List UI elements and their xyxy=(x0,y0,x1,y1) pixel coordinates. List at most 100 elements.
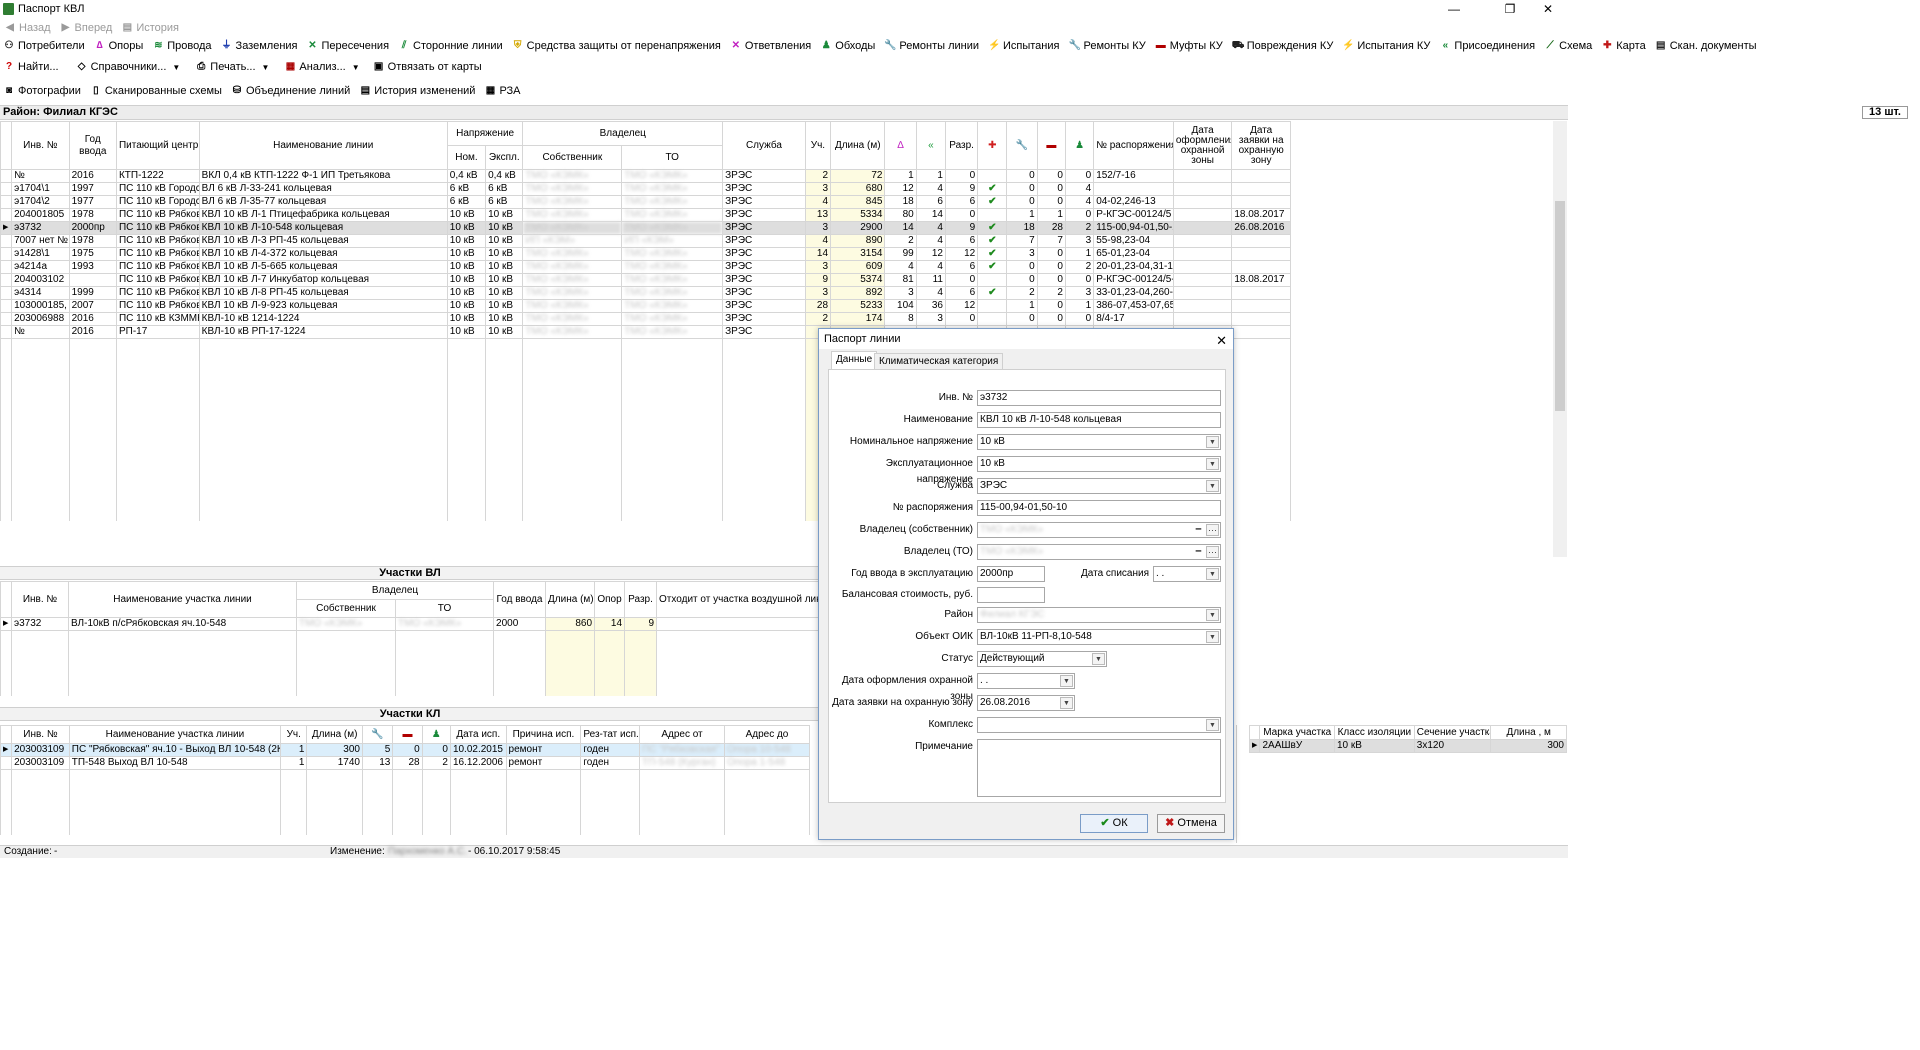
table-cell[interactable] xyxy=(1172,299,1233,313)
name-field[interactable]: КВЛ 10 кВ Л-10-548 кольцевая xyxy=(977,412,1221,428)
col-zone-req[interactable]: Дата заявки на охранную зону xyxy=(1231,121,1291,170)
chevron-down-icon[interactable]: ▼ xyxy=(1206,568,1219,580)
table-cell[interactable] xyxy=(1172,260,1233,274)
table-cell[interactable]: 0 xyxy=(1006,195,1038,209)
table-cell[interactable]: 28 xyxy=(1036,221,1066,235)
table-cell[interactable]: ПС 110 кВ Рябково xyxy=(115,273,200,287)
kl-col-inv[interactable]: Инв. № xyxy=(11,725,70,744)
toolbar-scheme-button[interactable]: ⟋ Схема xyxy=(1544,40,1593,52)
table-cell[interactable]: ТМО «КЭМК» xyxy=(522,312,623,326)
table-cell[interactable]: 2 xyxy=(1006,286,1038,300)
table-cell[interactable]: 7007 нет № xyxy=(11,234,70,248)
table-cell[interactable] xyxy=(977,299,1008,313)
col-uch[interactable]: Уч. xyxy=(804,121,832,170)
table-cell[interactable]: 33-01,23-04,260-1 xyxy=(1093,286,1174,300)
table-cell[interactable]: 10 кВ xyxy=(446,247,487,261)
table-cell[interactable]: ТМО «КЭМК» xyxy=(296,617,396,631)
history-button[interactable]: ▤ История xyxy=(121,22,179,34)
table-cell[interactable]: КТП-1222 xyxy=(115,169,200,183)
table-cell[interactable]: ЗРЭС xyxy=(722,208,806,222)
table-cell[interactable] xyxy=(1172,169,1233,183)
table-cell[interactable]: 0 xyxy=(944,273,979,287)
vl-col-year[interactable]: Год ввода xyxy=(493,581,547,618)
table-cell[interactable]: 36 xyxy=(915,299,946,313)
inv-field[interactable]: э3732 xyxy=(977,390,1221,406)
table-cell[interactable]: 609 xyxy=(830,260,886,274)
table-cell[interactable]: 0 xyxy=(1036,195,1066,209)
table-cell[interactable]: ПС "Рябковская" xyxy=(639,743,725,757)
table-cell[interactable]: 6 xyxy=(944,234,979,248)
chevron-down-icon[interactable]: ▼ xyxy=(1206,436,1219,448)
chevron-down-icon[interactable]: ▼ xyxy=(1206,631,1219,643)
find-button[interactable]: ? Найти... xyxy=(3,61,59,73)
table-cell[interactable]: 12 xyxy=(884,182,917,196)
table-cell[interactable]: 1 xyxy=(915,169,946,183)
table-cell[interactable] xyxy=(1231,234,1291,248)
table-cell[interactable]: 26.08.2016 xyxy=(1231,221,1291,235)
table-cell[interactable]: 10 кВ xyxy=(446,312,487,326)
owner-field[interactable]: ТМО «КЭМК» ━ ⋯ xyxy=(977,522,1221,538)
table-cell[interactable]: 890 xyxy=(830,234,886,248)
vl-col-to[interactable]: ТО xyxy=(394,599,495,618)
ellipsis-icon[interactable]: ⋯ xyxy=(1206,524,1219,536)
table-cell[interactable]: 3х120 xyxy=(1413,739,1492,753)
table-cell[interactable]: ТМО «КЭМК» xyxy=(621,260,724,274)
table-cell[interactable]: 2 xyxy=(1064,221,1095,235)
table-cell[interactable]: 9 xyxy=(944,221,979,235)
table-cell[interactable]: ТМО «КЭМК» xyxy=(522,260,623,274)
table-cell[interactable]: ✔ xyxy=(977,260,1008,274)
table-cell[interactable]: 10 кВ xyxy=(446,286,487,300)
table-cell[interactable]: 0 xyxy=(1064,273,1095,287)
table-cell[interactable]: 0 xyxy=(392,743,423,757)
table-cell[interactable]: 1978 xyxy=(68,208,117,222)
table-cell[interactable]: э1428\1 xyxy=(11,247,70,261)
row-indicator[interactable]: ▶ xyxy=(0,743,13,757)
tab-climate[interactable]: Климатическая категория xyxy=(874,353,1004,369)
table-cell[interactable]: ТП-548 (Курган) xyxy=(639,756,725,770)
toolbar-pole-button[interactable]: ∆ Опоры xyxy=(94,40,144,52)
row-indicator[interactable] xyxy=(0,195,13,209)
table-cell[interactable]: 204003102 xyxy=(11,273,70,287)
row-indicator[interactable] xyxy=(0,299,13,313)
table-cell[interactable]: 6 xyxy=(944,286,979,300)
table-cell[interactable]: 18.08.2017 xyxy=(1231,208,1291,222)
table-cell[interactable]: 5 xyxy=(361,743,394,757)
kl-col-from[interactable]: Адрес от xyxy=(639,725,725,744)
row-indicator[interactable] xyxy=(0,247,13,261)
table-cell[interactable]: ЗРЭС xyxy=(722,312,806,326)
table-cell[interactable]: 0 xyxy=(944,169,979,183)
row-indicator[interactable] xyxy=(0,208,13,222)
table-cell[interactable]: 6 xyxy=(915,195,946,209)
table-cell[interactable]: э3732 xyxy=(11,221,70,235)
table-cell[interactable]: 0 xyxy=(421,743,451,757)
table-cell[interactable]: № xyxy=(11,325,70,339)
print-button[interactable]: ⎙ Печать... ▼ xyxy=(195,61,269,73)
row-indicator[interactable] xyxy=(0,260,13,274)
table-cell[interactable]: ТМО «КЭМК» xyxy=(522,221,623,235)
table-cell[interactable]: 6 кВ xyxy=(485,195,524,209)
table-cell[interactable]: КВЛ 10 кВ Л-4-372 кольцевая xyxy=(198,247,448,261)
repair-icon[interactable]: 🔧 xyxy=(1006,121,1038,170)
table-cell[interactable]: э1704\1 xyxy=(11,182,70,196)
table-cell[interactable]: 9 xyxy=(804,273,832,287)
table-cell[interactable]: 55-98,23-04 xyxy=(1093,234,1174,248)
crossing-icon[interactable]: ✚ xyxy=(977,121,1008,170)
table-row[interactable]: ▶ э3732 2000пр ПС 110 кВ Рябково КВЛ 10 кВ Л… xyxy=(0,221,1291,235)
table-cell[interactable]: Р-КГЭС-00124/5-15 xyxy=(1093,273,1174,287)
kl-col-name[interactable]: Наименование участка линии xyxy=(68,725,282,744)
table-cell[interactable]: ЗРЭС xyxy=(722,325,806,339)
table-cell[interactable]: 12 xyxy=(944,299,979,313)
service-select[interactable]: ЗРЭС ▼ xyxy=(977,478,1221,494)
table-cell[interactable] xyxy=(1231,182,1291,196)
table-cell[interactable] xyxy=(1172,286,1233,300)
table-cell[interactable]: ТМО «КЭМК» xyxy=(621,182,724,196)
table-cell[interactable]: 2 xyxy=(884,234,917,248)
table-cell[interactable]: 1 xyxy=(280,756,308,770)
table-cell[interactable] xyxy=(1172,312,1233,326)
table-cell[interactable]: 4 xyxy=(915,221,946,235)
toolbar-repair-ku-button[interactable]: 🔧 Ремонты КУ xyxy=(1068,40,1145,52)
table-cell[interactable]: ТМО «КЭМК» xyxy=(621,273,724,287)
col-name[interactable]: Наименование линии xyxy=(198,121,448,170)
table-cell[interactable]: 0 xyxy=(1036,182,1066,196)
table-cell[interactable]: 2ААШвУ xyxy=(1259,739,1335,753)
